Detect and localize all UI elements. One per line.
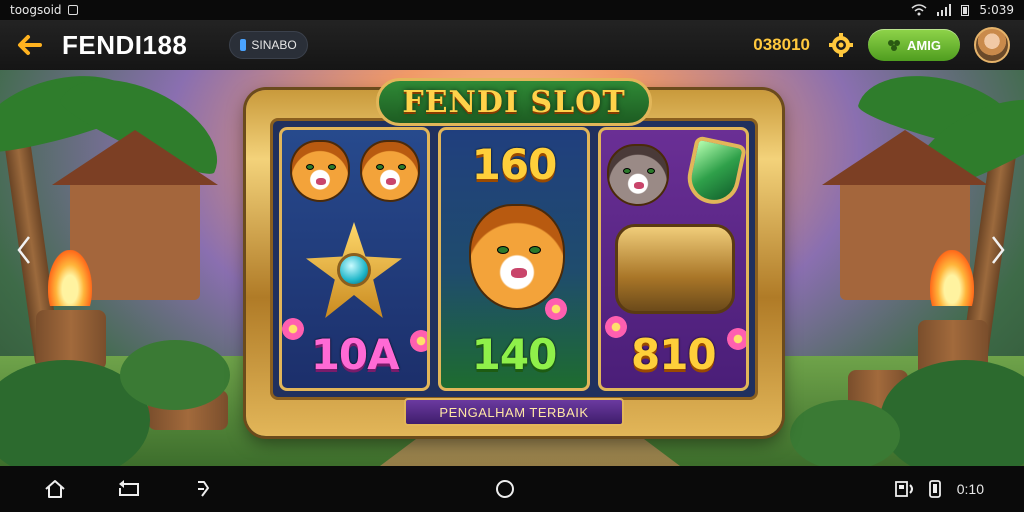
status-left-text: toogsoid — [10, 3, 62, 17]
settings-button[interactable] — [828, 32, 854, 58]
reel-1[interactable]: 10A — [279, 127, 431, 391]
golden-barrel-icon — [614, 224, 735, 314]
account-chip[interactable]: SINABO — [229, 31, 308, 59]
clover-icon — [888, 40, 901, 51]
battery-icon — [961, 5, 970, 16]
signal-icon — [937, 4, 952, 16]
tiger-icon — [469, 204, 566, 310]
chevron-right-icon — [992, 236, 1005, 264]
system-navbar: 0:10 — [0, 466, 1024, 512]
wifi-icon — [911, 4, 927, 16]
flower-icon — [545, 298, 568, 320]
reel-2[interactable]: 160 140 — [438, 127, 590, 391]
back-nav-button[interactable] — [114, 474, 144, 504]
panther-icon — [606, 144, 669, 206]
reel-2-top-value: 160 — [471, 140, 558, 189]
action-button[interactable]: AMIG — [868, 29, 960, 61]
slot-machine[interactable]: 10A 160 140 810 FENDI SLOT PENGALHAM TER… — [246, 78, 782, 436]
game-logo: FENDI SLOT — [376, 78, 652, 126]
square-icon — [67, 5, 78, 15]
circle-home-button[interactable] — [490, 474, 520, 504]
app-header: FENDI188 SINABO 038010 AMIG — [0, 20, 1024, 70]
chevron-left-icon — [17, 236, 30, 264]
gear-icon — [829, 33, 853, 57]
phone-icon — [928, 480, 941, 498]
balance-display: 038010 — [753, 35, 810, 54]
reels-panel: 10A 160 140 810 — [270, 118, 758, 400]
bush — [120, 340, 230, 410]
torch-fire — [48, 250, 92, 306]
grid-icon — [894, 481, 913, 497]
back-icon — [119, 480, 139, 496]
emerald-shield-icon — [682, 135, 746, 209]
logo-text: FENDI SLOT — [402, 84, 626, 120]
tiger-icon — [290, 140, 350, 202]
reel-3[interactable]: 810 — [597, 127, 749, 391]
torch-fire — [930, 250, 974, 306]
next-arrow-button[interactable] — [984, 230, 1012, 270]
arrow-left-icon — [18, 35, 42, 55]
back-button[interactable] — [14, 30, 44, 60]
chip-label: SINABO — [251, 38, 297, 52]
tiger-icon — [360, 140, 420, 202]
reel-3-value: 810 — [630, 330, 717, 379]
recent-button[interactable] — [188, 474, 218, 504]
navbar-right-text: 0:10 — [956, 481, 984, 497]
reel-2-value: 140 — [471, 330, 558, 379]
status-bar: toogsoid 5:039 — [0, 0, 1024, 20]
reel-1-value: 10A — [310, 330, 400, 379]
recent-icon — [198, 481, 209, 497]
home-button[interactable] — [40, 474, 70, 504]
bottom-banner-text: PENGALHAM TERBAIK — [439, 404, 589, 420]
game-area: 10A 160 140 810 FENDI SLOT PENGALHAM TER… — [0, 70, 1024, 466]
gem-orb-icon — [337, 253, 371, 287]
bush — [790, 400, 900, 466]
bottom-banner: PENGALHAM TERBAIK — [404, 398, 624, 426]
prev-arrow-button[interactable] — [10, 230, 38, 270]
circle-home-icon — [496, 480, 514, 498]
chip-icon — [240, 39, 247, 51]
status-time: 5:039 — [979, 3, 1014, 17]
home-icon — [45, 480, 65, 498]
app-title: FENDI188 — [62, 29, 188, 60]
avatar[interactable] — [974, 27, 1010, 63]
action-button-label: AMIG — [907, 37, 941, 53]
